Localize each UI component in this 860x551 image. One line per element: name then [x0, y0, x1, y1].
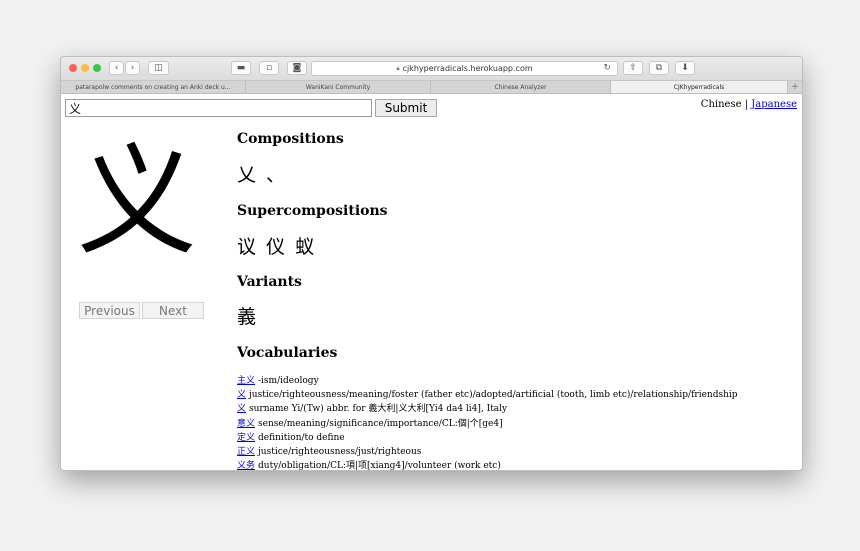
tabs-overview-button[interactable]: ⧉	[649, 61, 669, 75]
tab-cjkhyperradicals[interactable]: CJKhyperradicals	[611, 81, 788, 93]
downloads-button[interactable]: ⬇	[675, 61, 695, 75]
language-switch: Chinese | Japanese	[701, 99, 797, 110]
vocab-item: 义 surname Yi/(Tw) abbr. for 義大利|义大利[Yi4 d…	[237, 402, 797, 416]
title-bar: ‹ › ◫ ▬ ▫ ◙ 🔒︎ cjkhyperradicals.herokuap…	[61, 57, 802, 81]
vocab-item: 义务 duty/obligation/CL:項|项[xiang4]/volunte…	[237, 459, 797, 470]
tab-bar: patarapolw comments on creating an Anki …	[61, 81, 802, 94]
tab-label: CJKhyperradicals	[673, 83, 725, 91]
sidebar-icon: ◫	[154, 63, 163, 73]
tab-wanikani[interactable]: WaniKani Community	[246, 81, 431, 93]
extension-button-1[interactable]: ▬	[231, 61, 251, 75]
extension-button-2[interactable]: ▫	[259, 61, 279, 75]
address-bar[interactable]: 🔒︎ cjkhyperradicals.herokuapp.com ↻	[311, 61, 618, 76]
submit-button[interactable]: Submit	[375, 99, 437, 117]
zoom-window-button[interactable]	[93, 64, 101, 72]
vocab-word-link[interactable]: 主义	[237, 376, 255, 386]
previous-button[interactable]: Previous	[79, 302, 140, 319]
variants-heading: Variants	[237, 274, 302, 290]
url-text: cjkhyperradicals.herokuapp.com	[402, 64, 533, 73]
vocab-item: 定义 definition/to define	[237, 431, 797, 445]
new-tab-button[interactable]: +	[788, 81, 802, 93]
vocab-definition: -ism/ideology	[258, 376, 319, 386]
chevron-right-icon: ›	[130, 63, 135, 73]
compositions-list[interactable]: 乂 、	[237, 160, 287, 187]
supercompositions-list[interactable]: 议 仪 蚁	[237, 232, 316, 259]
close-window-button[interactable]	[69, 64, 77, 72]
share-button[interactable]: ⇧	[623, 61, 643, 75]
separator: |	[744, 99, 749, 110]
vocab-definition: surname Yi/(Tw) abbr. for 義大利|义大利[Yi4 da…	[249, 404, 508, 415]
tab-reddit[interactable]: patarapolw comments on creating an Anki …	[61, 81, 246, 93]
next-button[interactable]: Next	[142, 302, 204, 319]
tabs-icon: ⧉	[655, 63, 663, 73]
vocab-definition: justice/righteousness/meaning/foster (fa…	[249, 390, 738, 401]
plus-icon: +	[791, 82, 799, 92]
forward-button[interactable]: ›	[125, 61, 140, 75]
minimize-window-button[interactable]	[81, 64, 89, 72]
lock-icon: 🔒︎	[396, 64, 400, 72]
sidebar-button[interactable]: ◫	[148, 61, 169, 75]
chinese-label: Chinese	[700, 99, 742, 110]
download-icon: ⬇	[681, 63, 689, 73]
compositions-heading: Compositions	[237, 131, 344, 147]
page-content: Submit Chinese | Japanese 义 Previous Nex…	[61, 94, 802, 470]
chevron-left-icon: ‹	[114, 63, 119, 73]
vocab-item: 正义 justice/righteousness/just/righteous	[237, 445, 797, 459]
share-icon: ⇧	[629, 63, 637, 73]
supercompositions-heading: Supercompositions	[237, 203, 388, 219]
vocab-word-link[interactable]: 义务	[237, 461, 255, 470]
browser-window: ‹ › ◫ ▬ ▫ ◙ 🔒︎ cjkhyperradicals.herokuap…	[60, 56, 803, 471]
vocabularies-heading: Vocabularies	[237, 345, 338, 361]
extension-icon: ▬	[236, 63, 246, 73]
vocab-definition: duty/obligation/CL:項|项[xiang4]/volunteer…	[258, 461, 501, 470]
vocab-item: 义 justice/righteousness/meaning/foster (f…	[237, 388, 797, 402]
tab-label: Chinese Analyzer	[494, 83, 547, 91]
tab-label: patarapolw comments on creating an Anki …	[75, 83, 231, 91]
search-input[interactable]	[65, 99, 372, 117]
variants-list[interactable]: 義	[237, 302, 258, 329]
main-character: 义	[77, 133, 197, 272]
vocabulary-list: 主义 -ism/ideology 义 justice/righteousness/m…	[237, 374, 797, 470]
japanese-link[interactable]: Japanese	[751, 99, 797, 110]
vocab-item: 意义 sense/meaning/significance/importance/…	[237, 417, 797, 431]
extension-button-3[interactable]: ◙	[287, 61, 307, 75]
back-button[interactable]: ‹	[109, 61, 124, 75]
vocab-word-link[interactable]: 义	[237, 390, 246, 400]
vocab-definition: justice/righteousness/just/righteous	[258, 447, 422, 458]
tab-chinese-analyzer[interactable]: Chinese Analyzer	[431, 81, 611, 93]
extension-icon: ◙	[292, 63, 302, 73]
vocab-word-link[interactable]: 定义	[237, 433, 255, 443]
tab-label: WaniKani Community	[305, 83, 371, 91]
vocab-word-link[interactable]: 意义	[237, 419, 255, 429]
reload-icon[interactable]: ↻	[603, 63, 611, 73]
vocab-definition: sense/meaning/significance/importance/CL…	[258, 418, 503, 429]
vocab-item: 主义 -ism/ideology	[237, 374, 797, 388]
vocab-definition: definition/to define	[258, 432, 345, 443]
extension-icon: ▫	[265, 63, 273, 73]
vocab-word-link[interactable]: 义	[237, 404, 246, 414]
vocab-word-link[interactable]: 正义	[237, 447, 255, 457]
